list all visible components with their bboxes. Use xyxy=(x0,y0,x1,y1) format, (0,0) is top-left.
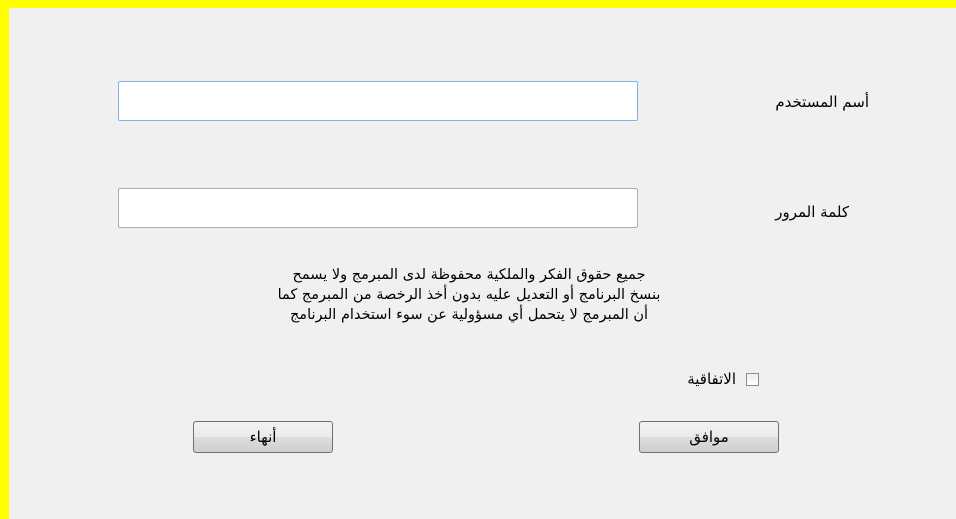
agreement-label[interactable]: الاتفاقية xyxy=(687,370,736,388)
notice-line-2: بنسخ البرنامج أو التعديل عليه بدون أخذ ا… xyxy=(277,287,661,303)
notice-line-3: أن المبرمج لا يتحمل أي مسؤولية عن سوء اس… xyxy=(289,307,649,323)
agreement-checkbox[interactable] xyxy=(746,372,759,386)
login-window: أسم المستخدم كلمة المرور جميع حقوق الفكر… xyxy=(9,8,956,519)
username-label: أسم المستخدم xyxy=(775,93,869,111)
agreement-row[interactable]: الاتفاقية xyxy=(609,368,759,390)
password-label: كلمة المرور xyxy=(775,203,849,221)
ok-button[interactable]: موافق xyxy=(639,421,779,453)
username-input[interactable] xyxy=(118,81,638,121)
copyright-notice: جميع حقوق الفكر والملكية محفوظة لدى المب… xyxy=(179,265,759,325)
notice-line-1: جميع حقوق الفكر والملكية محفوظة لدى المب… xyxy=(292,267,646,283)
password-input[interactable] xyxy=(118,188,638,228)
exit-button[interactable]: أنهاء xyxy=(193,421,333,453)
